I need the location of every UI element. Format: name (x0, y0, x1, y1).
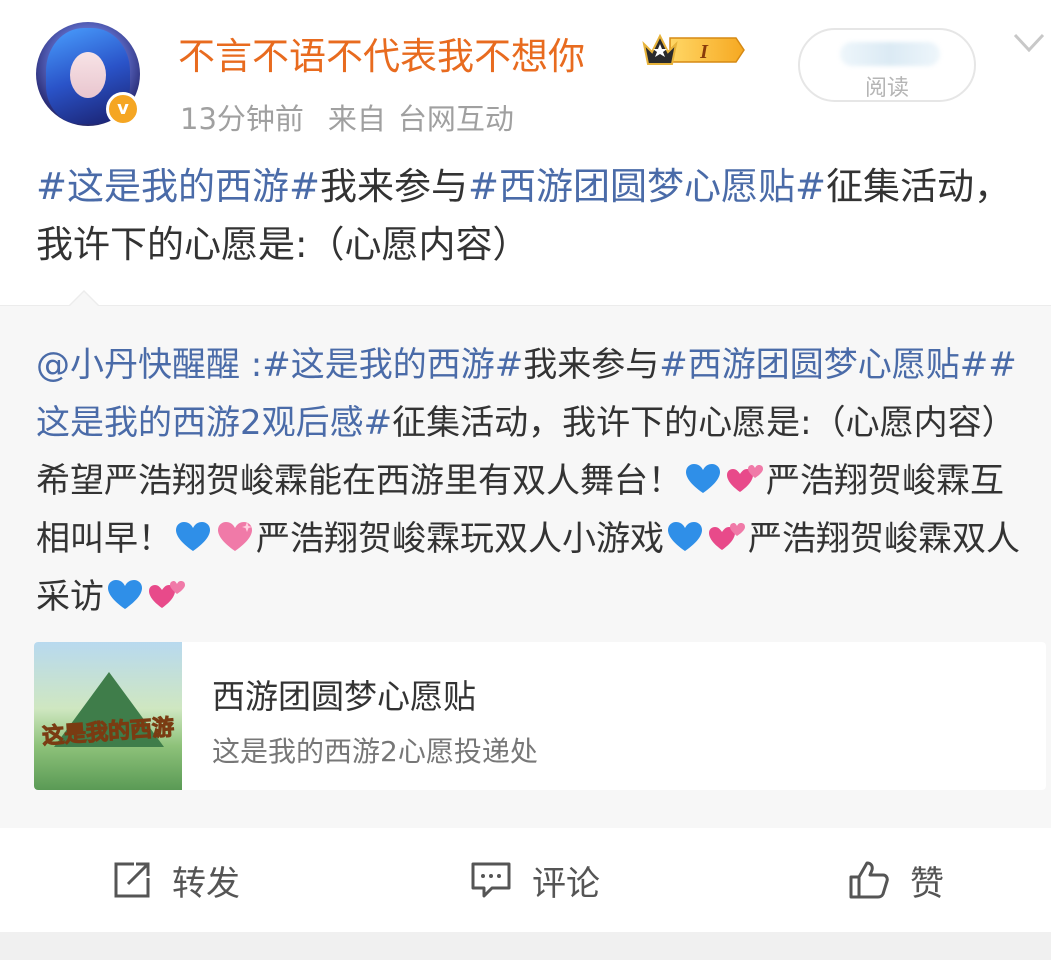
post-content: #这是我的西游#我来参与#西游团圆梦心愿贴#征集活动，我许下的心愿是:（心愿内容… (36, 158, 1026, 274)
comment-icon (471, 862, 511, 898)
two-hearts-icon (727, 465, 763, 492)
repost-icon (114, 862, 150, 898)
mention-separator: : (240, 345, 263, 385)
blue-heart-icon (176, 522, 210, 551)
topic-card-subtitle: 这是我的西游2心愿投递处 (212, 735, 538, 768)
two-hearts-icon (709, 523, 745, 550)
avatar-face (70, 52, 106, 98)
comment-button[interactable]: 评论 (470, 854, 600, 906)
vip-level: I (699, 41, 709, 63)
topic-card-thumbnail: 这是我的西游 (34, 642, 182, 790)
blue-heart-icon (686, 464, 720, 493)
verified-badge-icon: v (106, 92, 140, 126)
like-label: 赞 (910, 863, 944, 904)
post-source[interactable]: 台网互动 (398, 102, 514, 136)
mention-link[interactable]: @小丹快醒醒 (36, 345, 240, 385)
source-prefix: 来自 (327, 102, 386, 136)
repost-text-segment: 严浩翔贺峻霖玩双人小游戏 (256, 519, 664, 559)
topic-tag[interactable]: #西游团圆梦心愿贴# (468, 165, 826, 208)
topic-card-title: 西游团圆梦心愿贴 (212, 677, 476, 716)
like-button[interactable]: 赞 (848, 854, 944, 906)
bottom-separator (0, 932, 1051, 960)
topic-tag[interactable]: #这是我的西游# (36, 165, 320, 208)
topic-tag[interactable]: #这是我的西游# (262, 345, 523, 385)
post-header: v 不言不语不代表我不想你 I 13分钟前 来自 台网互动 阅读 (0, 0, 1051, 150)
repost-button[interactable]: 转发 (112, 854, 240, 906)
chevron-down-icon[interactable] (1012, 32, 1046, 54)
action-bar: 转发 评论 赞 (0, 828, 1051, 932)
repost-text-segment: 我来参与 (523, 345, 660, 385)
reposted-content[interactable]: @小丹快醒醒 :#这是我的西游#我来参与#西游团圆梦心愿贴##这是我的西游2观后… (0, 290, 1051, 828)
post-meta: 13分钟前 来自 台网互动 (180, 96, 538, 138)
sparkling-heart-icon (218, 522, 252, 551)
repost-text: @小丹快醒醒 :#这是我的西游#我来参与#西游团圆梦心愿贴##这是我的西游2观后… (36, 336, 1036, 626)
comment-label: 评论 (532, 863, 600, 904)
read-button[interactable]: 阅读 (798, 28, 976, 102)
username[interactable]: 不言不语不代表我不想你 (178, 26, 585, 80)
blue-heart-icon (108, 580, 142, 609)
read-button-blurred-text (840, 42, 940, 66)
topic-tag[interactable]: #西游团圆梦心愿贴# (659, 345, 988, 385)
vip-badge-icon: I (642, 33, 745, 65)
post-time: 13分钟前 (180, 102, 304, 136)
post-text-segment: 我来参与 (320, 165, 469, 208)
read-button-label: 阅读 (864, 76, 909, 101)
two-hearts-icon (149, 581, 185, 608)
thumbs-up-icon (849, 861, 889, 899)
repost-label: 转发 (172, 863, 240, 904)
blue-heart-icon (668, 522, 702, 551)
repost-notch (70, 292, 98, 306)
topic-card[interactable]: 这是我的西游 西游团圆梦心愿贴 这是我的西游2心愿投递处 (34, 642, 1046, 790)
